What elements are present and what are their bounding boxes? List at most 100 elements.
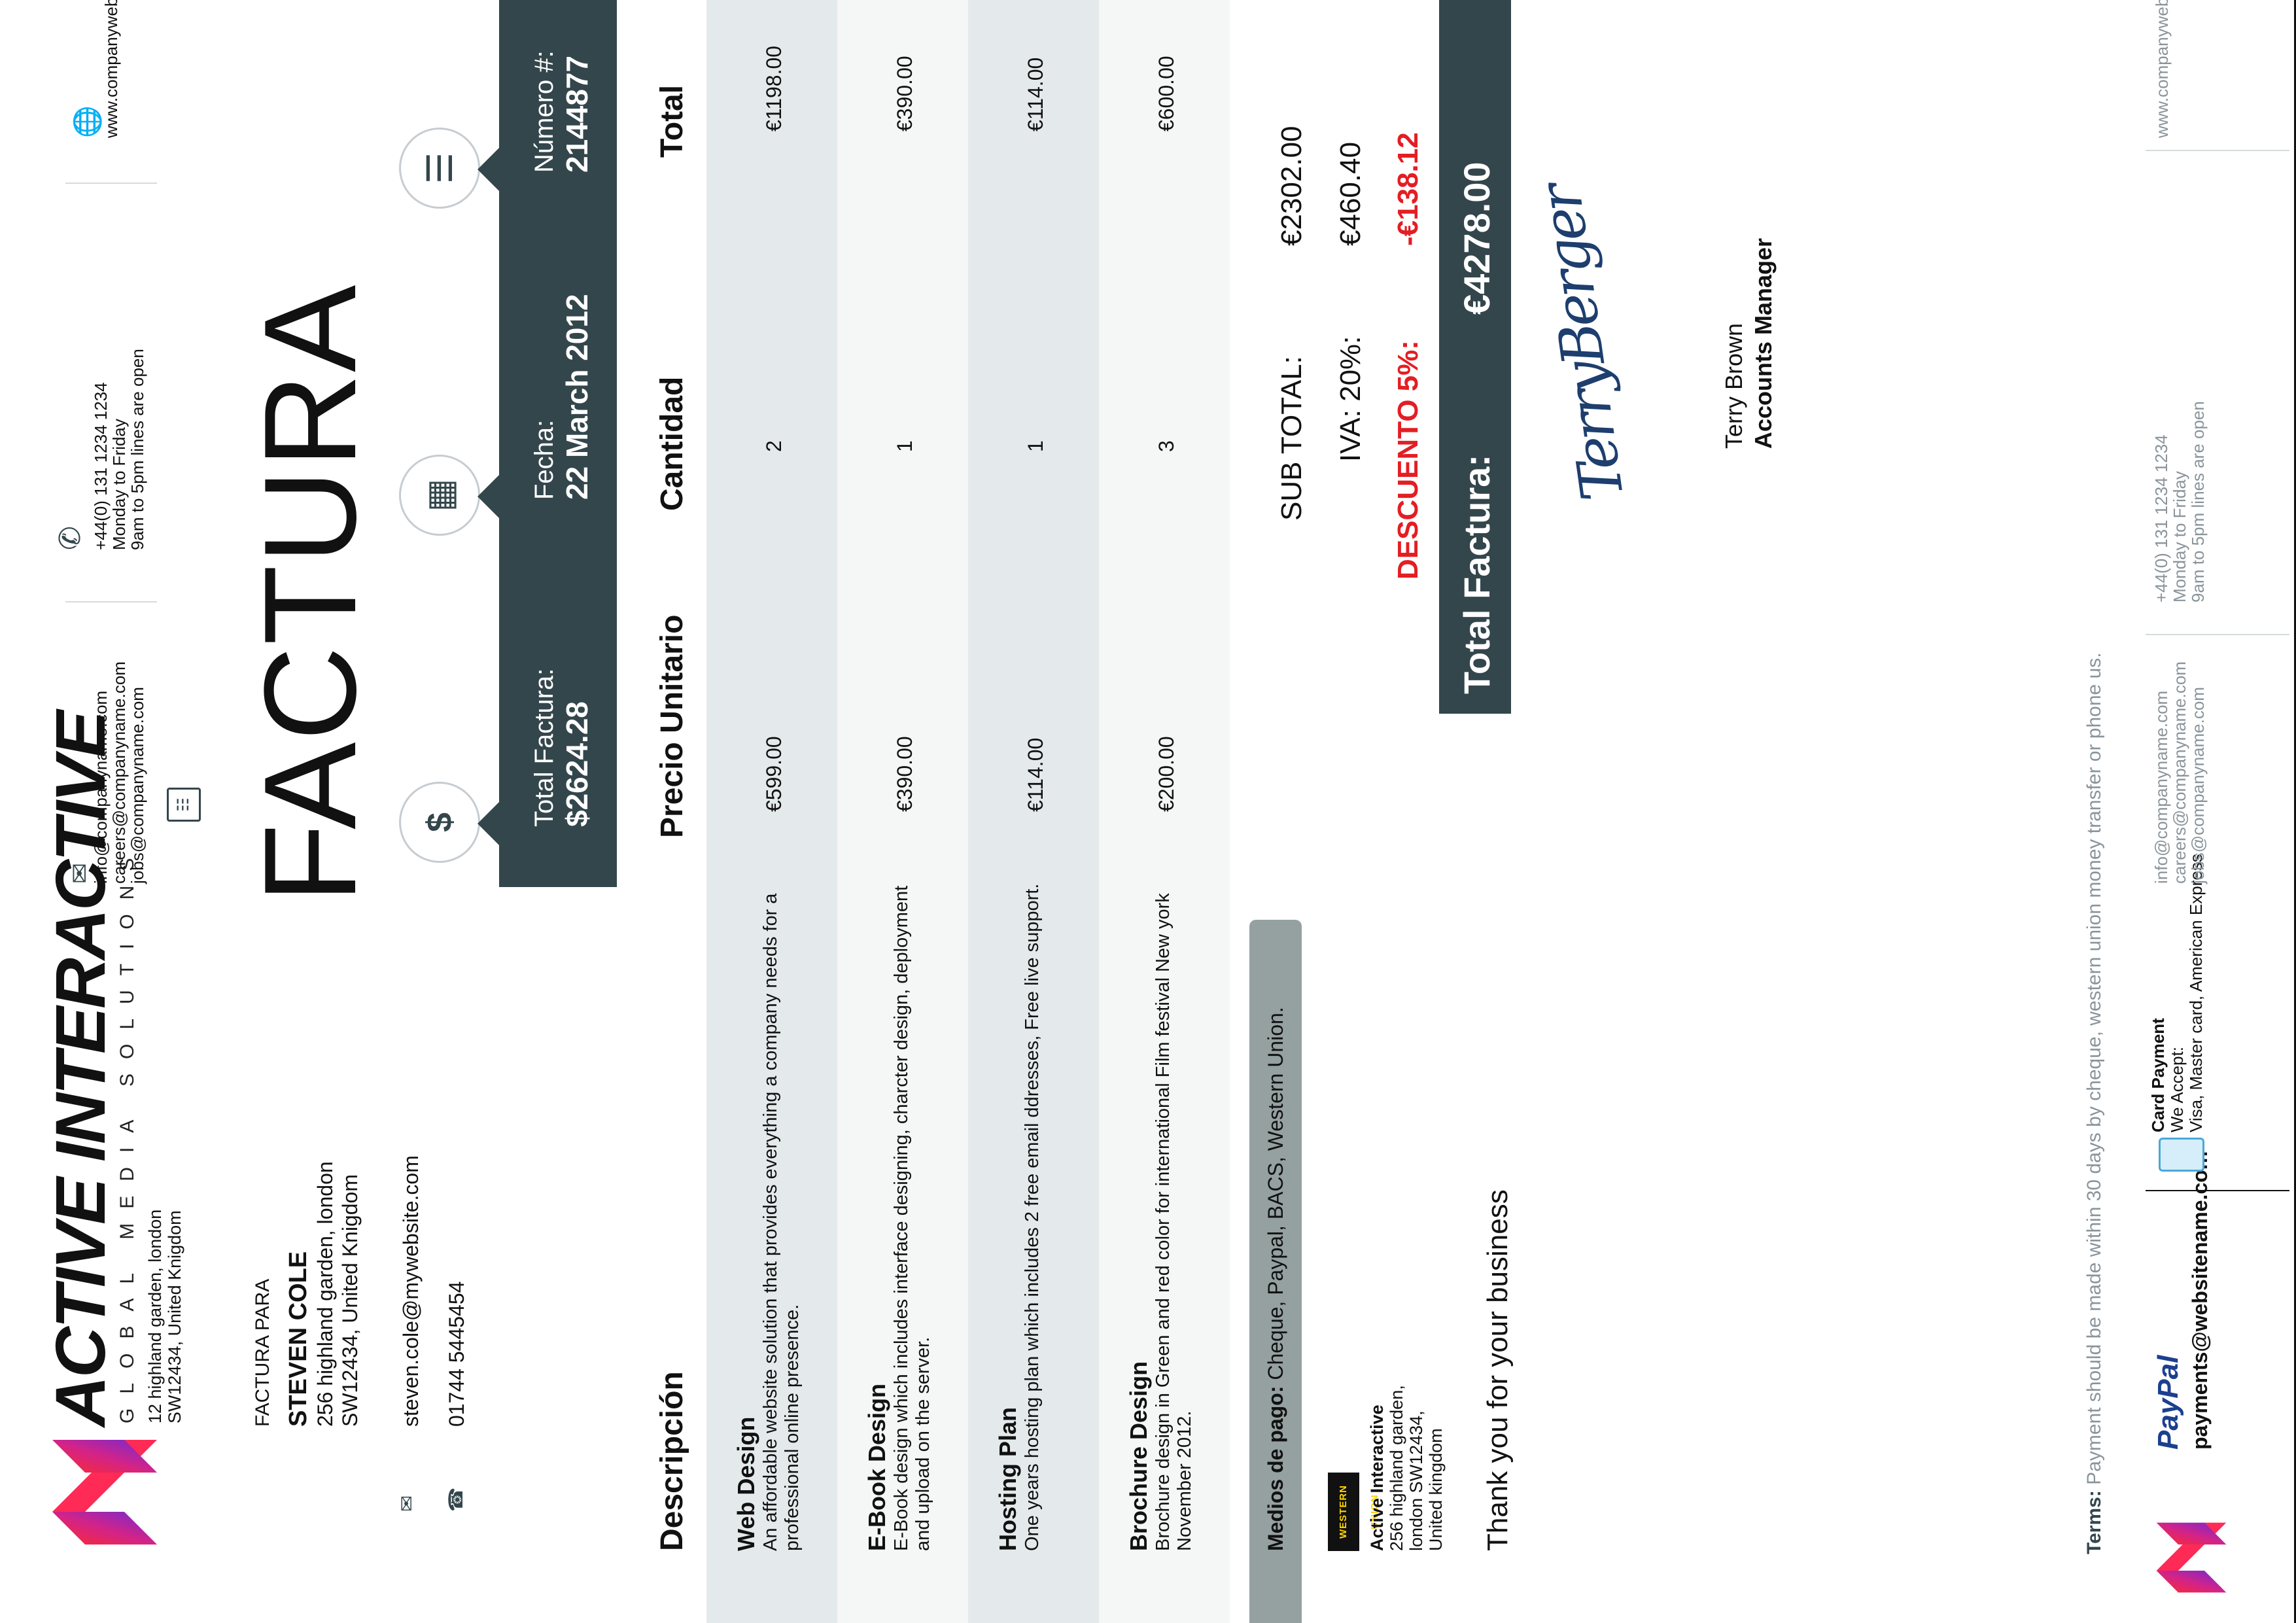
signatory-name: Terry Brown <box>1720 323 1747 449</box>
row-text: E-Book design which includes interface d… <box>891 885 933 1551</box>
payment-methods-bar: Medios de pago: Cheque, Paypal, BACS, We… <box>1249 920 1302 1623</box>
footer-emails: info@companyname.com careers@companyname… <box>2151 661 2208 884</box>
client-address: 256 highland garden, london SW12434, Uni… <box>313 1161 362 1427</box>
header-email-3: jobs@companyname.com <box>128 687 147 884</box>
discount-label: DESCUENTO 5%: <box>1392 340 1424 580</box>
row-total: €114.00 <box>1024 57 1047 131</box>
iva-label: IVA: 20%: <box>1334 336 1366 462</box>
row-text: Brochure design in Green and red color f… <box>1153 893 1195 1551</box>
row-price: €200.00 <box>1155 736 1178 812</box>
client-phone-icon: ☎ <box>445 1487 467 1512</box>
col-header-quantity: Cantidad <box>655 376 689 511</box>
company-tagline: GLOBAL MEDIA SOLUTIONS <box>116 843 138 1423</box>
footer-phone-hours: 9am to 5pm lines are open <box>2188 401 2208 602</box>
footer-email-3: jobs@companyname.com <box>2188 687 2208 884</box>
terms-text: Terms: Payment should be made within 30 … <box>2083 652 2106 1554</box>
row-total: €600.00 <box>1155 56 1178 131</box>
header-divider-1 <box>65 601 157 602</box>
client-email-icon: ✉ <box>396 1495 418 1512</box>
client-name: STEVEN COLE <box>285 1251 312 1427</box>
row-quantity: 1 <box>1024 440 1047 452</box>
wu-name: Active Interactive <box>1367 1405 1387 1551</box>
row-total: €390.00 <box>893 56 916 131</box>
summary-number-label: Número #: <box>530 50 559 173</box>
grand-total-label: Total Factura: <box>1456 454 1497 694</box>
paypal-logo: PayPal <box>2152 1355 2184 1450</box>
bill-to-icon: ☷ <box>167 788 201 822</box>
barcode-icon: ☰ <box>399 128 480 209</box>
card-title: Card Payment <box>2148 1018 2168 1132</box>
summary-number-value: 2144877 <box>560 55 594 173</box>
band-notch-1 <box>478 801 500 846</box>
thank-you-text: Thank you for your business <box>1482 1189 1514 1551</box>
row-price: €599.00 <box>762 736 786 812</box>
bill-to-label: FACTURA PARA <box>252 1278 273 1427</box>
summary-date-label: Fecha: <box>530 419 559 500</box>
footer-email-1: info@companyname.com <box>2151 690 2171 884</box>
table-row: Hosting Plan One years hosting plan whic… <box>968 0 1099 1623</box>
globe-icon: 🌐 <box>73 105 102 138</box>
footer-phone-number: +44(0) 131 1234 1234 <box>2151 434 2171 602</box>
row-title: Brochure Design <box>1125 1361 1152 1551</box>
company-address-line2: SW12434, United Knigdom <box>165 1210 184 1423</box>
invoice-page: ACTIVE INTERACTIVE GLOBAL MEDIA SOLUTION… <box>0 0 2296 1623</box>
row-description: Brochure Design Brochure design in Green… <box>1125 851 1196 1551</box>
footer-email-2: careers@companyname.com <box>2170 661 2189 884</box>
signatory-role: Accounts Manager <box>1750 237 1777 449</box>
band-notch-2 <box>478 474 500 519</box>
row-title: Hosting Plan <box>994 1406 1021 1551</box>
footer-phone: +44(0) 131 1234 1234 Monday to Friday 9a… <box>2151 401 2208 602</box>
row-description: Hosting Plan One years hosting plan whic… <box>994 851 1043 1551</box>
payment-methods-list: Cheque, Paypal, BACS, Western Union. <box>1264 1007 1287 1380</box>
card-icon <box>2159 1138 2204 1172</box>
card-payment-info: Card Payment We Accept: Visa, Master car… <box>2148 854 2206 1132</box>
col-header-unit-price: Precio Unitario <box>655 614 689 838</box>
footer-divider-0 <box>2146 1190 2289 1191</box>
header-divider-2 <box>65 183 157 184</box>
col-header-total: Total <box>655 84 689 158</box>
building-icon: ▦ <box>399 455 480 536</box>
client-address-line2: SW12434, United Knigdom <box>338 1174 362 1427</box>
terms-body: Payment should be made within 30 days by… <box>2083 652 2105 1485</box>
header-email-2: careers@companyname.com <box>109 661 129 884</box>
paypal-email: payments@websitename.com <box>2188 1151 2212 1450</box>
table-row: Brochure Design Brochure design in Green… <box>1099 0 1230 1623</box>
discount-value: -€138.12 <box>1392 132 1424 246</box>
company-address: 12 highland garden, london SW12434, Unit… <box>145 1210 184 1423</box>
summary-total-value: $2624.28 <box>560 701 594 827</box>
table-row: Web Design An affordable website solutio… <box>706 0 837 1623</box>
row-description: Web Design An affordable website solutio… <box>733 851 803 1551</box>
header-website: www.companywebsite.com <box>101 0 121 138</box>
subtotal-label: SUB TOTAL: <box>1276 356 1308 521</box>
col-header-description: Descripción <box>655 1371 689 1551</box>
summary-date-value: 22 March 2012 <box>560 294 594 500</box>
row-total: €1198.00 <box>762 45 786 131</box>
dollar-icon: $ <box>399 782 480 863</box>
terms-label: Terms: <box>2083 1490 2105 1554</box>
footer-divider-1 <box>2146 634 2289 635</box>
row-price: €114.00 <box>1024 737 1047 812</box>
header-email-1: info@companyname.com <box>91 690 111 884</box>
footer-website: www.companywebsite.com <box>2152 0 2172 138</box>
band-notch-3 <box>478 147 500 192</box>
header-phone: +44(0) 131 1234 1234 Monday to Friday 9a… <box>91 349 147 550</box>
row-text: One years hosting plan which includes 2 … <box>1022 883 1043 1551</box>
summary-total-label: Total Factura: <box>530 668 559 827</box>
client-email: steven.cole@mywebsite.com <box>399 1155 423 1427</box>
phone-icon: ✆ <box>54 526 86 550</box>
row-price: €390.00 <box>893 736 916 812</box>
header-phone-hours: 9am to 5pm lines are open <box>128 349 147 550</box>
card-types: Visa, Master card, American Express <box>2186 854 2206 1132</box>
client-address-line1: 256 highland garden, london <box>313 1161 337 1427</box>
western-union-logo: WESTERN UNION <box>1328 1473 1380 1551</box>
payment-methods-label: Medios de pago: <box>1264 1386 1287 1551</box>
company-address-line1: 12 highland garden, london <box>145 1209 165 1423</box>
row-quantity: 3 <box>1155 440 1178 452</box>
row-title: Web Design <box>733 1416 759 1551</box>
card-accept: We Accept: <box>2167 1046 2187 1132</box>
row-quantity: 2 <box>762 440 786 452</box>
footer-divider-2 <box>2146 150 2289 151</box>
grand-total-value: €4278.00 <box>1456 162 1497 315</box>
footer-logo <box>2152 1518 2231 1597</box>
footer-phone-days: Monday to Friday <box>2170 471 2189 602</box>
